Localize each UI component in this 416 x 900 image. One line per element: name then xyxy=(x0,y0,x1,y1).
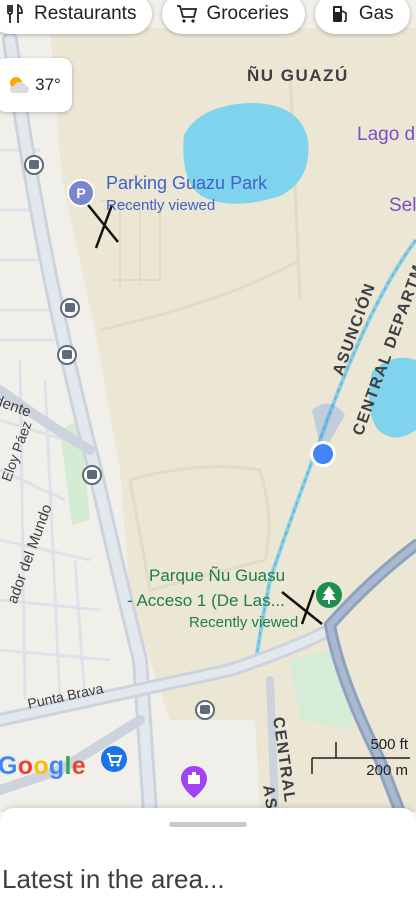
tree-icon xyxy=(316,582,342,608)
shopping-cart-icon xyxy=(176,3,198,25)
shopping-cart-icon xyxy=(101,746,127,772)
chip-label: Groceries xyxy=(206,3,289,24)
parking-icon: P xyxy=(67,179,95,207)
chip-label: Gas xyxy=(358,3,394,24)
map-view[interactable]: ÑU GUAZÚ Lago d Sel ASUNCIÓN CENTRAL DEP… xyxy=(0,0,416,812)
bus-stop-icon[interactable] xyxy=(60,298,80,318)
fork-knife-icon xyxy=(4,3,26,25)
chip-groceries[interactable]: Groceries xyxy=(162,0,305,34)
gas-pump-icon xyxy=(329,3,351,25)
landmark-pin[interactable] xyxy=(178,764,210,807)
scale-metric: 200 m xyxy=(366,762,408,779)
park-title-line2[interactable]: - Acceso 1 (De Las... xyxy=(127,591,285,611)
scale-imperial: 500 ft xyxy=(370,736,408,753)
park-title-line1[interactable]: Parque Ñu Guasu xyxy=(149,566,285,586)
bus-stop-icon[interactable] xyxy=(195,700,215,720)
sheet-title: Latest in the area... xyxy=(2,864,225,894)
bus-stop-icon[interactable] xyxy=(57,345,77,365)
chip-gas[interactable]: Gas xyxy=(314,0,410,34)
bus-stop-icon[interactable] xyxy=(82,465,102,485)
place-label[interactable]: Sel xyxy=(389,195,416,217)
parking-subtitle: Recently viewed xyxy=(106,197,216,214)
partly-cloudy-icon xyxy=(7,75,31,95)
sheet-drag-handle[interactable] xyxy=(169,822,247,827)
shopping-pin[interactable] xyxy=(99,744,129,779)
chip-label: Restaurants xyxy=(34,3,137,24)
scale-bar: 500 ft 200 m xyxy=(302,734,412,782)
area-label: ÑU GUAZÚ xyxy=(247,66,349,85)
weather-badge[interactable]: 37° xyxy=(0,58,72,112)
parking-pin[interactable]: P xyxy=(66,178,96,208)
google-logo: Google xyxy=(0,752,86,780)
svg-text:P: P xyxy=(76,185,85,201)
park-subtitle: Recently viewed xyxy=(189,614,299,631)
lake-label[interactable]: Lago d xyxy=(357,124,415,146)
park-pin[interactable] xyxy=(314,580,344,615)
category-chips: Restaurants Groceries Gas xyxy=(0,0,410,34)
parking-title[interactable]: Parking Guazu Park xyxy=(106,173,267,194)
location-dot-icon xyxy=(310,441,336,467)
bus-stop-icon[interactable] xyxy=(24,155,44,175)
current-location-dot[interactable] xyxy=(308,439,338,474)
bottom-sheet[interactable]: Latest in the area... xyxy=(0,808,416,900)
chip-restaurants[interactable]: Restaurants xyxy=(0,0,153,34)
landmark-icon xyxy=(181,766,207,798)
weather-temp: 37° xyxy=(35,75,61,94)
